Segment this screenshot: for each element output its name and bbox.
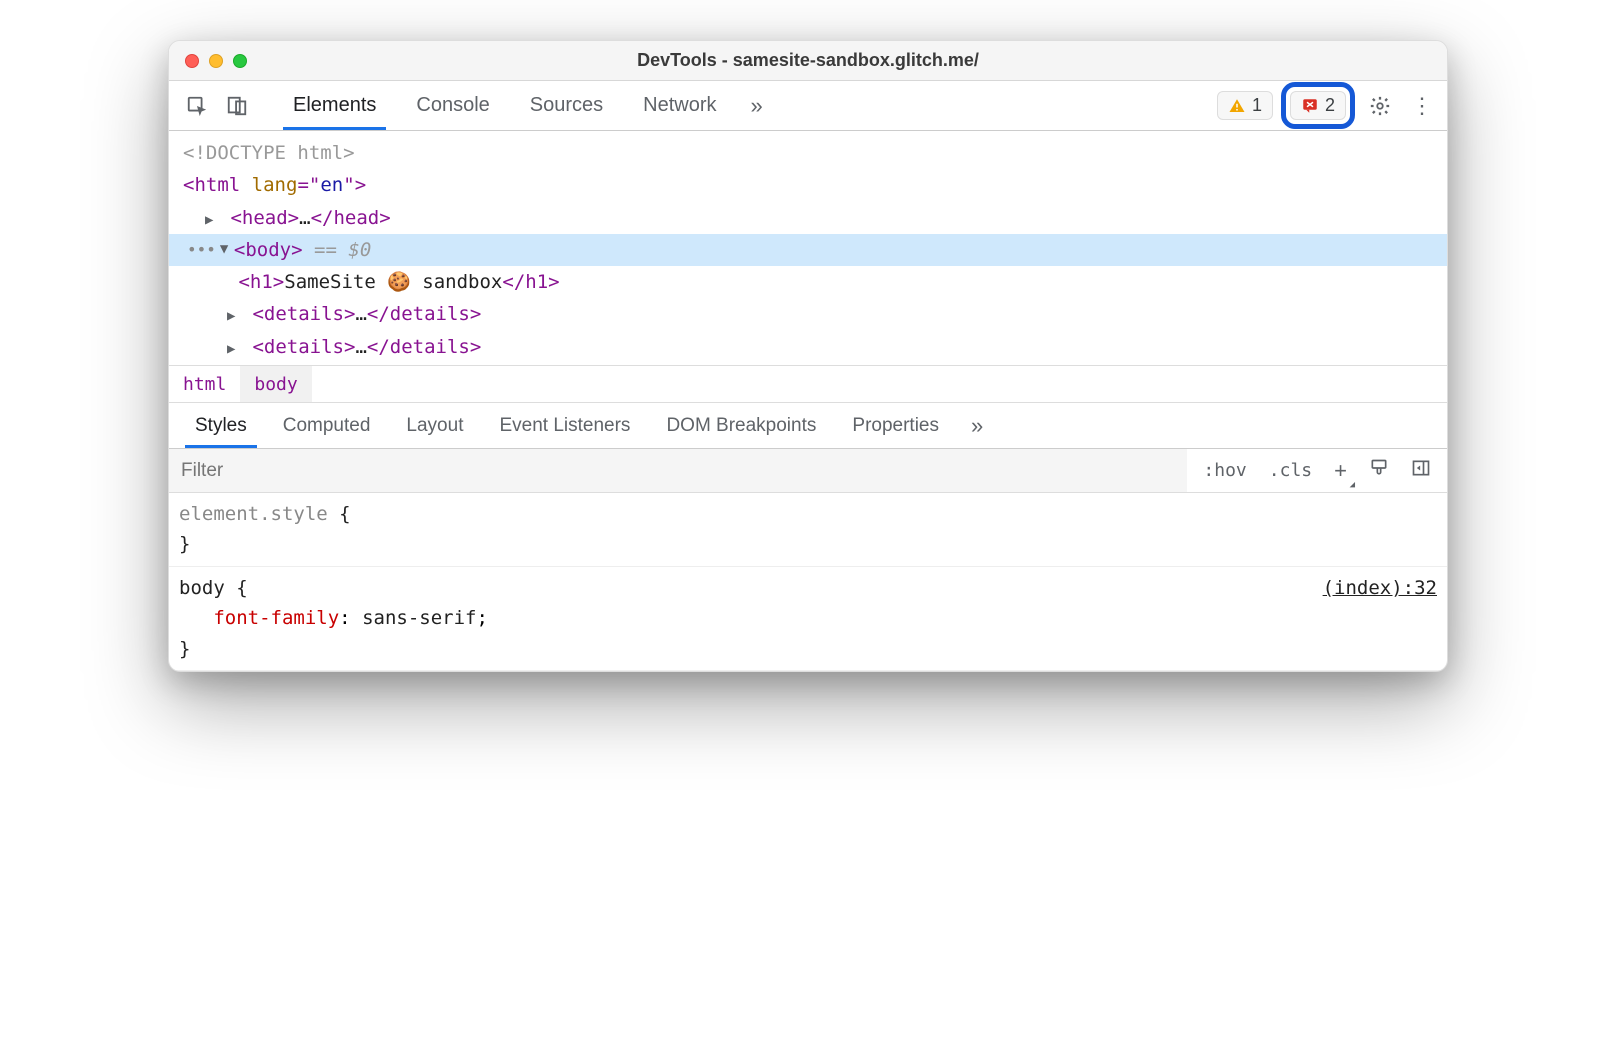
inspect-element-button[interactable] [177, 86, 217, 126]
expand-arrow-icon[interactable]: ▶ [227, 305, 241, 329]
dom-body-selected[interactable]: ••• ▼ <body> == $0 [169, 234, 1447, 266]
toolbar-right: 1 2 ⋮ [1217, 82, 1439, 129]
body-rule[interactable]: (index):32 body { font-family: sans-seri… [169, 567, 1447, 671]
subtab-dom-breakpoints[interactable]: DOM Breakpoints [648, 403, 834, 448]
new-style-rule-button[interactable]: + ◢ [1328, 454, 1353, 488]
breadcrumb: html body [169, 365, 1447, 403]
collapse-arrow-icon[interactable]: ▼ [220, 238, 234, 262]
window-title: DevTools - samesite-sandbox.glitch.me/ [169, 50, 1447, 71]
expand-arrow-icon[interactable]: ▶ [205, 209, 219, 233]
paint-brush-button[interactable] [1363, 454, 1395, 487]
styles-filter-row: :hov .cls + ◢ [169, 449, 1447, 493]
issues-icon [1301, 97, 1319, 115]
ellipsis-icon: ••• [183, 236, 216, 263]
dom-tree[interactable]: <!DOCTYPE html> <html lang="en"> ▶ <head… [169, 131, 1447, 365]
close-window-button[interactable] [185, 54, 199, 68]
inspect-icon [186, 95, 208, 117]
dom-doctype[interactable]: <!DOCTYPE html> [169, 137, 1447, 169]
expand-arrow-icon[interactable]: ▶ [227, 338, 241, 362]
warnings-counter[interactable]: 1 [1217, 91, 1273, 120]
devtools-window: DevTools - samesite-sandbox.glitch.me/ E… [168, 40, 1448, 672]
cls-toggle[interactable]: .cls [1263, 456, 1318, 485]
issues-counter[interactable]: 2 [1290, 91, 1346, 120]
css-property[interactable]: font-family [213, 607, 339, 629]
dom-head[interactable]: ▶ <head>…</head> [169, 202, 1447, 234]
crumb-html[interactable]: html [169, 366, 240, 402]
more-options-button[interactable]: ⋮ [1405, 89, 1439, 123]
subtab-event-listeners[interactable]: Event Listeners [481, 403, 648, 448]
styles-panel: element.style { } (index):32 body { font… [169, 493, 1447, 671]
titlebar: DevTools - samesite-sandbox.glitch.me/ [169, 41, 1447, 81]
device-toggle-button[interactable] [217, 86, 257, 126]
sidebar-subtabs: Styles Computed Layout Event Listeners D… [169, 403, 1447, 449]
settings-button[interactable] [1363, 89, 1397, 123]
dom-details-2[interactable]: ▶ <details>…</details> [169, 331, 1447, 363]
panel-tabs: Elements Console Sources Network » [273, 81, 777, 130]
dom-h1[interactable]: <h1>SameSite 🍪 sandbox</h1> [169, 266, 1447, 298]
gear-icon [1369, 95, 1391, 117]
issues-highlight: 2 [1281, 82, 1355, 129]
maximize-window-button[interactable] [233, 54, 247, 68]
dom-details-1[interactable]: ▶ <details>…</details> [169, 298, 1447, 330]
device-icon [226, 95, 248, 117]
toggle-sidebar-button[interactable] [1405, 454, 1437, 487]
styles-tools: :hov .cls + ◢ [1187, 454, 1447, 488]
traffic-lights [169, 54, 247, 68]
issues-count: 2 [1325, 95, 1335, 116]
dom-html-open[interactable]: <html lang="en"> [169, 169, 1447, 201]
sidebar-icon [1411, 458, 1431, 478]
subtab-layout[interactable]: Layout [388, 403, 481, 448]
warning-icon [1228, 97, 1246, 115]
subtab-computed[interactable]: Computed [265, 403, 389, 448]
styles-filter-input[interactable] [169, 449, 1187, 492]
rule-source-link[interactable]: (index):32 [1323, 573, 1437, 603]
hov-toggle[interactable]: :hov [1197, 456, 1252, 485]
tab-console[interactable]: Console [396, 81, 509, 130]
main-toolbar: Elements Console Sources Network » 1 2 ⋮ [169, 81, 1447, 131]
more-tabs-button[interactable]: » [737, 93, 777, 119]
more-subtabs-button[interactable]: » [957, 413, 997, 439]
tab-sources[interactable]: Sources [510, 81, 623, 130]
subtab-styles[interactable]: Styles [177, 403, 265, 448]
brush-icon [1369, 458, 1389, 478]
crumb-body[interactable]: body [240, 366, 311, 402]
tab-network[interactable]: Network [623, 81, 736, 130]
warnings-count: 1 [1252, 95, 1262, 116]
css-value[interactable]: sans-serif [362, 607, 476, 629]
tab-elements[interactable]: Elements [273, 81, 396, 130]
minimize-window-button[interactable] [209, 54, 223, 68]
element-style-rule[interactable]: element.style { } [169, 493, 1447, 567]
subtab-properties[interactable]: Properties [834, 403, 957, 448]
